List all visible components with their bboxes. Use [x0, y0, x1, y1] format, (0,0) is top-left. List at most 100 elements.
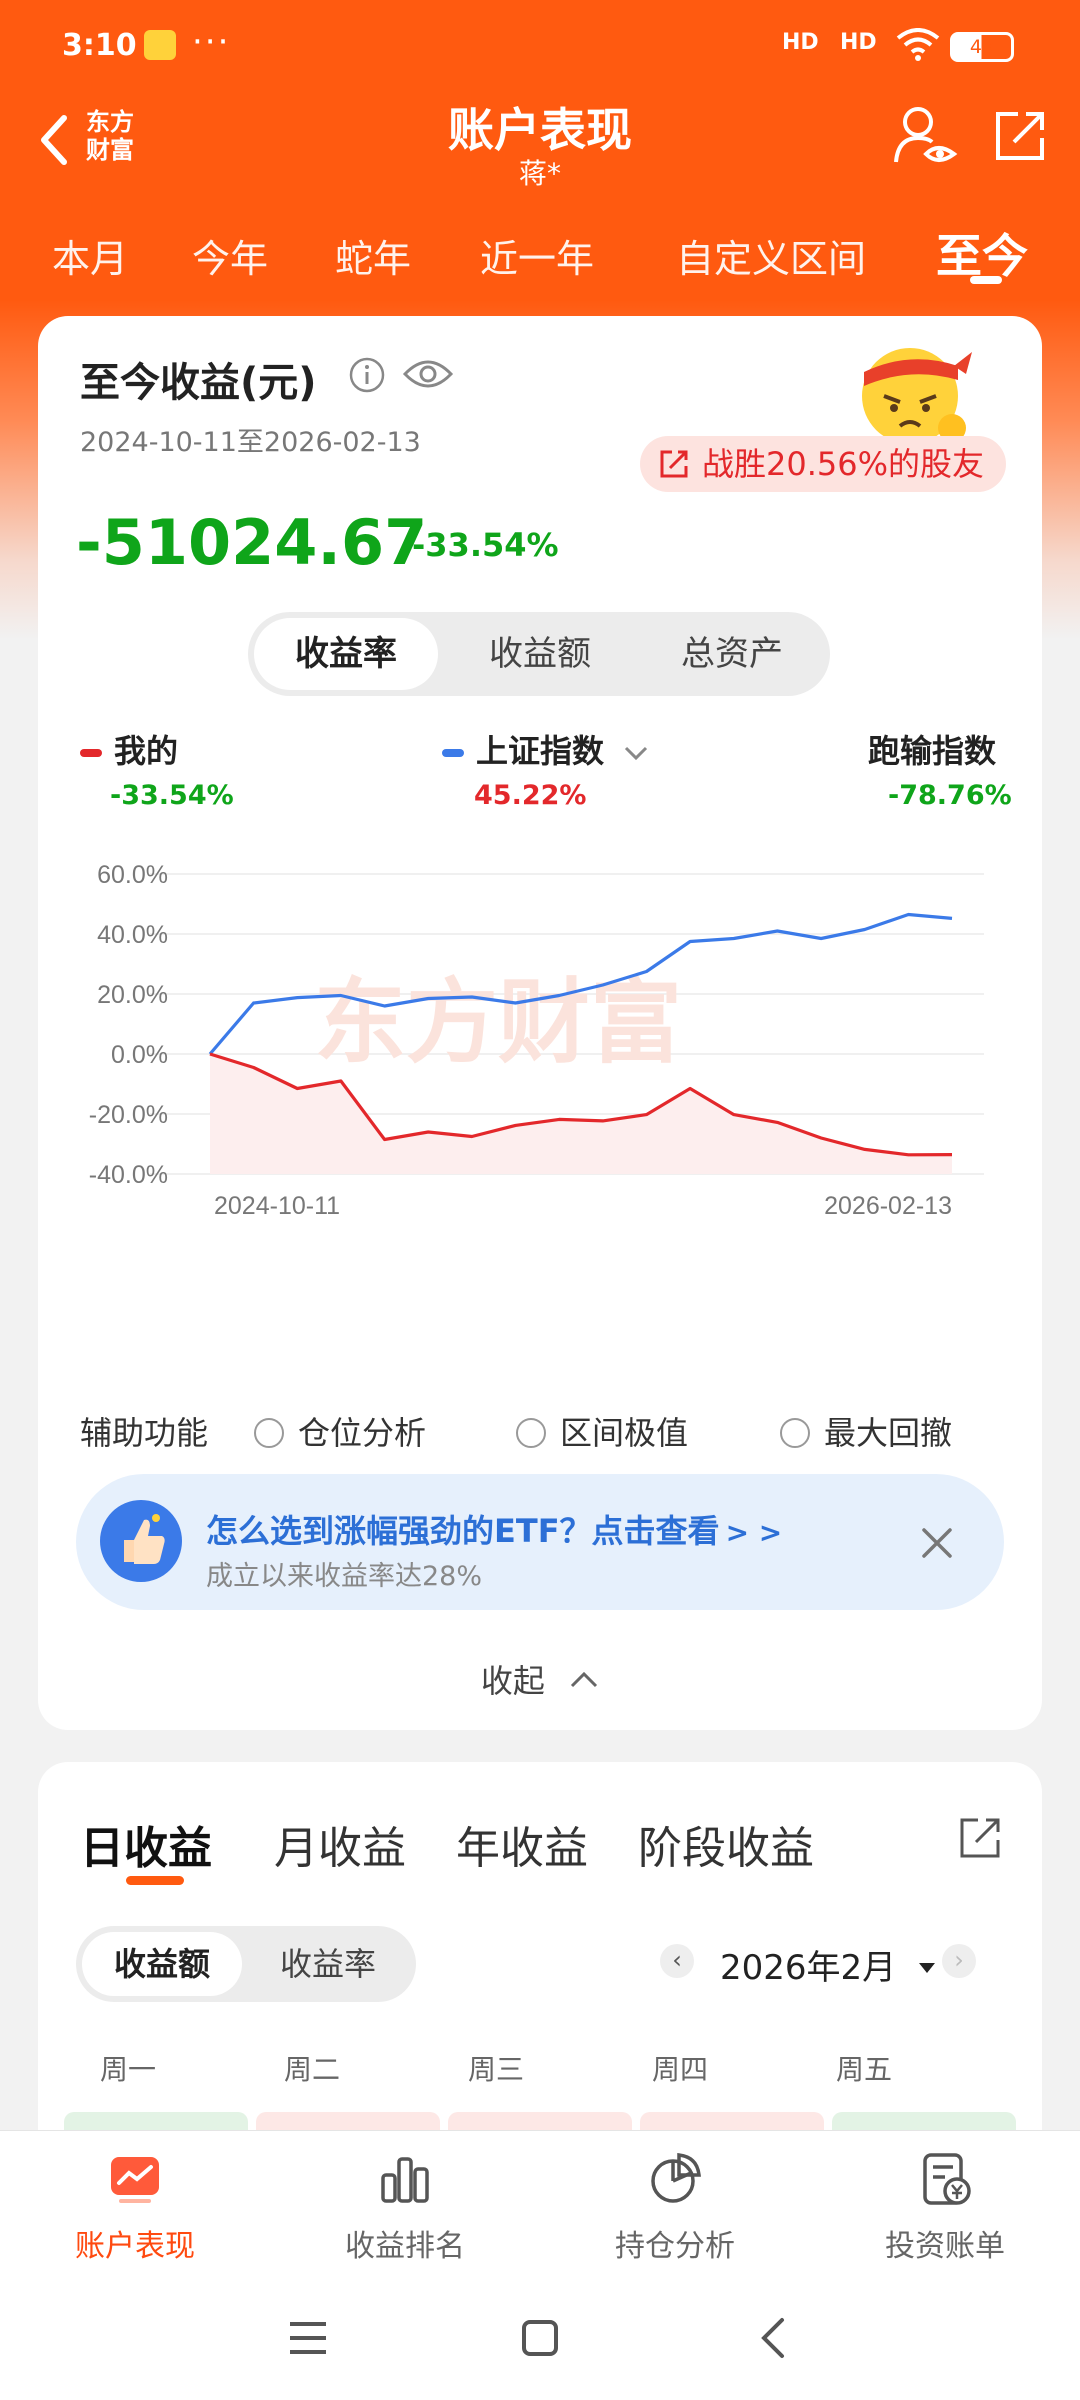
aux-option-range-extreme[interactable]: 区间极值: [516, 1408, 688, 1454]
month-selector[interactable]: 2026年2月: [720, 1940, 937, 1989]
y-tick-label: 0.0%: [111, 1041, 168, 1069]
wifi-icon: [896, 28, 940, 61]
weekday-thu: 周四: [651, 2053, 708, 2086]
radio-icon: [516, 1418, 546, 1448]
share-icon[interactable]: [956, 1814, 1004, 1862]
legend-underperform-value: -78.76%: [888, 780, 1012, 811]
bottom-navigation: 账户表现 收益排名 持仓分析 投资账单: [0, 2130, 1080, 2276]
nav-return-ranking[interactable]: 收益排名: [270, 2149, 540, 2265]
legend-index[interactable]: 上证指数: [442, 726, 649, 772]
y-tick-label: 60.0%: [97, 861, 168, 889]
y-tick-label: 40.0%: [97, 921, 168, 949]
caret-down-icon: [918, 1963, 935, 1973]
bill-icon: [923, 2153, 971, 2205]
share-icon[interactable]: [990, 106, 1050, 166]
total-return-percent: -33.54%: [412, 526, 559, 564]
more-notifications-icon: ···: [192, 22, 231, 62]
metric-segmented-control: 收益率 收益额 总资产: [248, 612, 830, 696]
nav-investment-bill[interactable]: 投资账单: [810, 2149, 1080, 2265]
legend-index-swatch: [442, 749, 464, 757]
legend-mine-value: -33.54%: [110, 780, 234, 811]
y-tick-label: 20.0%: [97, 981, 168, 1009]
tab-yearly-return[interactable]: 年收益: [456, 1812, 588, 1876]
thumbs-up-icon: [100, 1500, 182, 1582]
back-icon[interactable]: [752, 2316, 796, 2360]
promo-subtitle: 成立以来收益率达28%: [206, 1561, 483, 1592]
nav-account-performance[interactable]: 账户表现: [0, 2149, 270, 2265]
date-range: 2024-10-11至2026-02-13: [80, 427, 421, 458]
nav-holding-analysis[interactable]: 持仓分析: [540, 2149, 810, 2265]
tab-last-year[interactable]: 近一年: [480, 228, 594, 283]
pie-chart-icon: [651, 2153, 701, 2203]
tab-this-month[interactable]: 本月: [52, 228, 128, 283]
prev-month-button[interactable]: ‹: [660, 1944, 694, 1978]
return-unit-toggle: 收益额 收益率: [76, 1926, 416, 2002]
beat-text: 战胜20.56%的股友: [702, 445, 985, 483]
bar-chart-icon: [381, 2157, 429, 2203]
x-tick-label: 2026-02-13: [824, 1192, 952, 1220]
x-tick-label: 2024-10-11: [214, 1192, 340, 1220]
legend-mine-swatch: [80, 749, 102, 757]
promo-title: 怎么选到涨幅强劲的ETF？点击查看 > >: [206, 1512, 783, 1550]
legend-mine: 我的: [80, 726, 178, 772]
eye-icon[interactable]: [402, 354, 454, 394]
tab-monthly-return[interactable]: 月收益: [274, 1812, 406, 1876]
y-tick-label: -20.0%: [89, 1101, 168, 1129]
tab-this-year[interactable]: 今年: [192, 228, 268, 283]
menu-icon[interactable]: [286, 2316, 330, 2360]
nav-label: 投资账单: [885, 2229, 1005, 2264]
aux-label: 辅助功能: [80, 1414, 209, 1452]
active-tab-indicator: [126, 1876, 184, 1885]
tab-custom-range[interactable]: 自定义区间: [676, 228, 866, 283]
legend-index-label: 上证指数: [476, 732, 605, 770]
y-tick-label: -40.0%: [89, 1161, 168, 1189]
next-month-button[interactable]: ›: [942, 1944, 976, 1978]
aux-option-position[interactable]: 仓位分析: [254, 1408, 426, 1454]
beat-percentile-badge[interactable]: 战胜20.56%的股友: [640, 436, 1007, 492]
tab-daily-return[interactable]: 日收益: [80, 1812, 212, 1876]
chevron-down-icon: [625, 746, 648, 761]
signal-hd-1-icon: HD: [782, 30, 819, 55]
home-icon[interactable]: [518, 2316, 562, 2360]
metric-return-amount[interactable]: 收益额: [448, 618, 632, 690]
period-tabs: 本月 今年 蛇年 近一年 自定义区间 至今: [0, 220, 1080, 290]
nav-label: 收益排名: [345, 2229, 465, 2264]
collapse-button[interactable]: 收起: [38, 1656, 1042, 1702]
aux-option-max-drawdown[interactable]: 最大回撤: [780, 1408, 952, 1454]
active-tab-indicator: [970, 276, 1002, 284]
total-return-value: -51024.67: [76, 506, 428, 579]
weekday-mon: 周一: [99, 2053, 156, 2086]
performance-card: 至今收益(元) 2024-10-11至2026-02-13 战胜20.56%的股…: [38, 316, 1042, 1730]
toggle-rate[interactable]: 收益率: [248, 1932, 408, 1996]
battery-icon: 49: [950, 32, 1014, 62]
chevron-up-icon: [571, 1671, 598, 1688]
summary-title: 至今收益(元): [80, 360, 317, 406]
metric-return-rate[interactable]: 收益率: [254, 618, 438, 690]
radio-icon: [254, 1418, 284, 1448]
weekday-tue: 周二: [283, 2053, 340, 2086]
returns-card: 日收益 月收益 年收益 阶段收益 收益额 收益率 ‹ 2026年2月 › 周一 …: [38, 1762, 1042, 2162]
angry-mascot-icon: [862, 348, 972, 444]
legend-index-value: 45.22%: [474, 780, 587, 811]
info-icon[interactable]: [348, 356, 386, 394]
toggle-amount[interactable]: 收益额: [82, 1932, 242, 1996]
weekday-fri: 周五: [835, 2053, 892, 2086]
account-view-icon[interactable]: [892, 104, 958, 170]
etf-promo-banner[interactable]: 怎么选到涨幅强劲的ETF？点击查看 > > 成立以来收益率达28%: [76, 1474, 1004, 1610]
title-bar: 东方 财富 账户表现 蒋*: [0, 90, 1080, 210]
return-line-chart[interactable]: 60.0% 40.0% 20.0% 0.0% -20.0% -40.0% 东方财富 2024-…: [38, 832, 1042, 1222]
status-bar: 3:10 ··· HD HD 49: [0, 0, 1080, 90]
legend-underperform-label: 跑输指数: [868, 732, 997, 770]
radio-icon: [780, 1418, 810, 1448]
system-navigation-bar: [0, 2276, 1080, 2400]
chart-trend-icon: [111, 2157, 159, 2203]
close-icon[interactable]: [918, 1524, 956, 1562]
nav-label: 账户表现: [75, 2229, 195, 2264]
tab-snake-year[interactable]: 蛇年: [335, 228, 411, 283]
status-time: 3:10: [62, 28, 137, 63]
chart-watermark: 东方财富: [314, 969, 682, 1076]
legend-mine-label: 我的: [114, 732, 179, 770]
tab-stage-return[interactable]: 阶段收益: [638, 1812, 814, 1876]
signal-hd-2-icon: HD: [840, 30, 877, 55]
metric-total-assets[interactable]: 总资产: [640, 618, 824, 690]
